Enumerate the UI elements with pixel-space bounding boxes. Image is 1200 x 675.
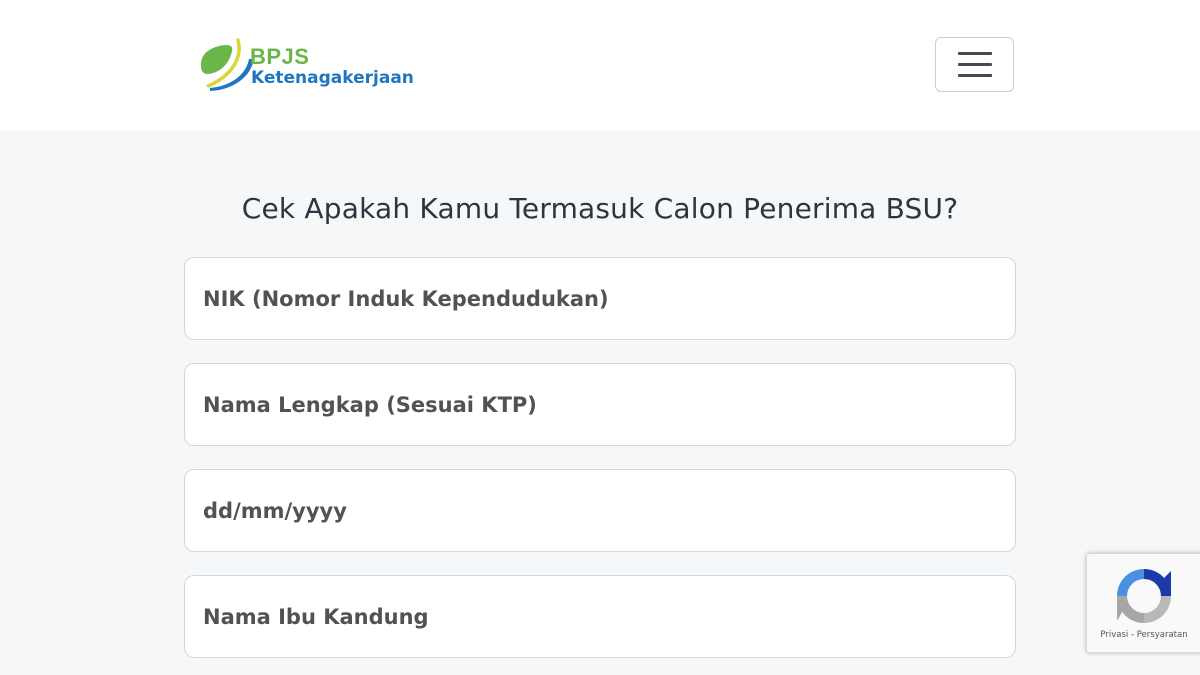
birth-date-input[interactable] [184,469,1016,552]
page-title: Cek Apakah Kamu Termasuk Calon Penerima … [241,192,959,225]
logo-title: BPJS [250,44,310,69]
logo-subtitle: Ketenagakerjaan [251,68,414,88]
bpjs-leaf-icon [200,38,254,91]
site-header: BPJS Ketenagakerjaan [0,0,1200,130]
full-name-input[interactable] [184,363,1016,446]
bpjs-logo[interactable]: BPJS Ketenagakerjaan [198,36,448,94]
recaptcha-separator: - [1128,630,1137,640]
recaptcha-privacy-link[interactable]: Privasi [1100,630,1128,640]
recaptcha-badge[interactable]: Privasi - Persyaratan [1086,553,1200,653]
nik-input[interactable] [184,257,1016,340]
recaptcha-terms-link[interactable]: Persyaratan [1137,630,1188,640]
recaptcha-links: Privasi - Persyaratan [1087,630,1200,640]
menu-toggle-button[interactable] [935,37,1014,92]
mother-name-input[interactable] [184,575,1016,658]
recaptcha-icon [1117,569,1171,623]
